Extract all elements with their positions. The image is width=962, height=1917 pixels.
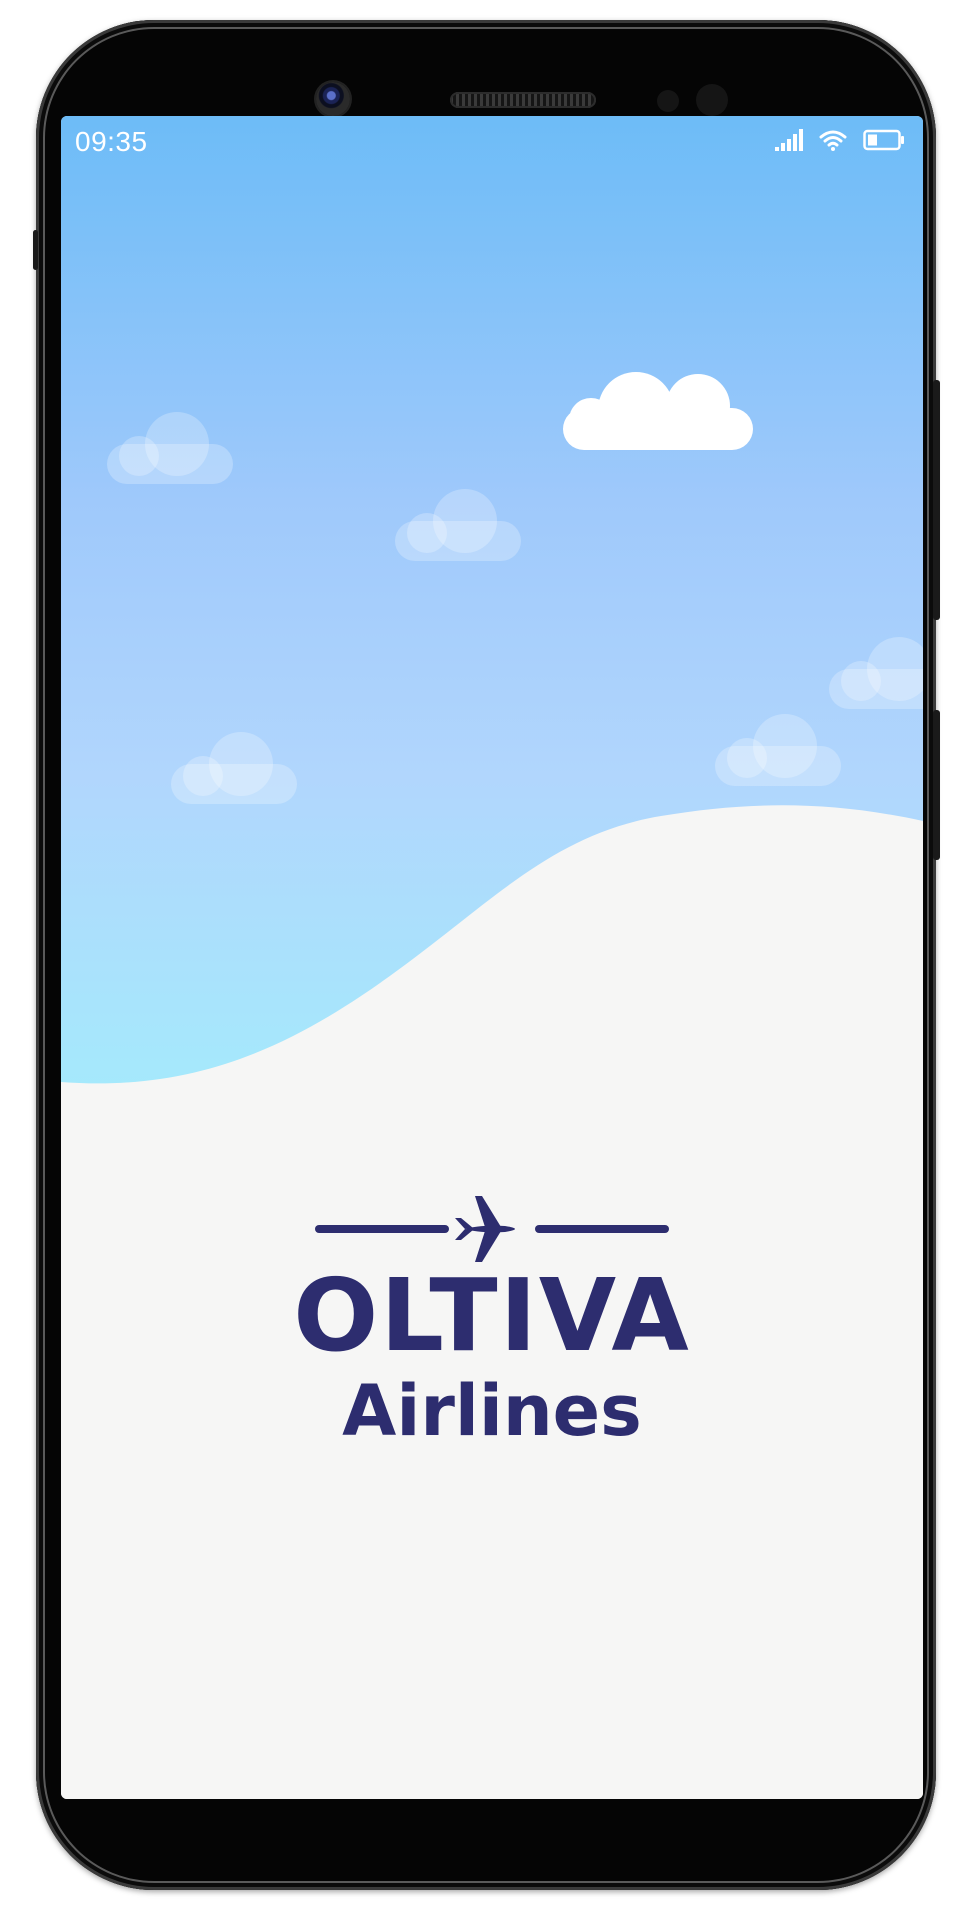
wifi-icon	[819, 129, 847, 156]
brand-name: OLTIVA	[293, 1257, 691, 1374]
ground-wave	[61, 805, 923, 1799]
power-button	[933, 710, 940, 860]
proximity-sensor	[657, 90, 679, 112]
light-sensor	[696, 84, 728, 116]
status-time: 09:35	[75, 126, 148, 157]
front-camera	[316, 82, 350, 116]
signal-icon	[775, 128, 803, 156]
side-button	[33, 230, 38, 270]
splash-screen: 09:35 OLTIVA Airlines	[61, 116, 923, 1799]
status-icons	[775, 128, 905, 156]
earpiece-speaker	[450, 92, 596, 108]
battery-icon	[863, 129, 905, 156]
brand-subtitle: Airlines	[342, 1370, 642, 1452]
logo-mark	[315, 1196, 669, 1262]
volume-button	[933, 380, 940, 620]
airplane-icon	[455, 1196, 515, 1262]
app-screenshot: 09:35 OLTIVA Airlines	[0, 0, 962, 1917]
